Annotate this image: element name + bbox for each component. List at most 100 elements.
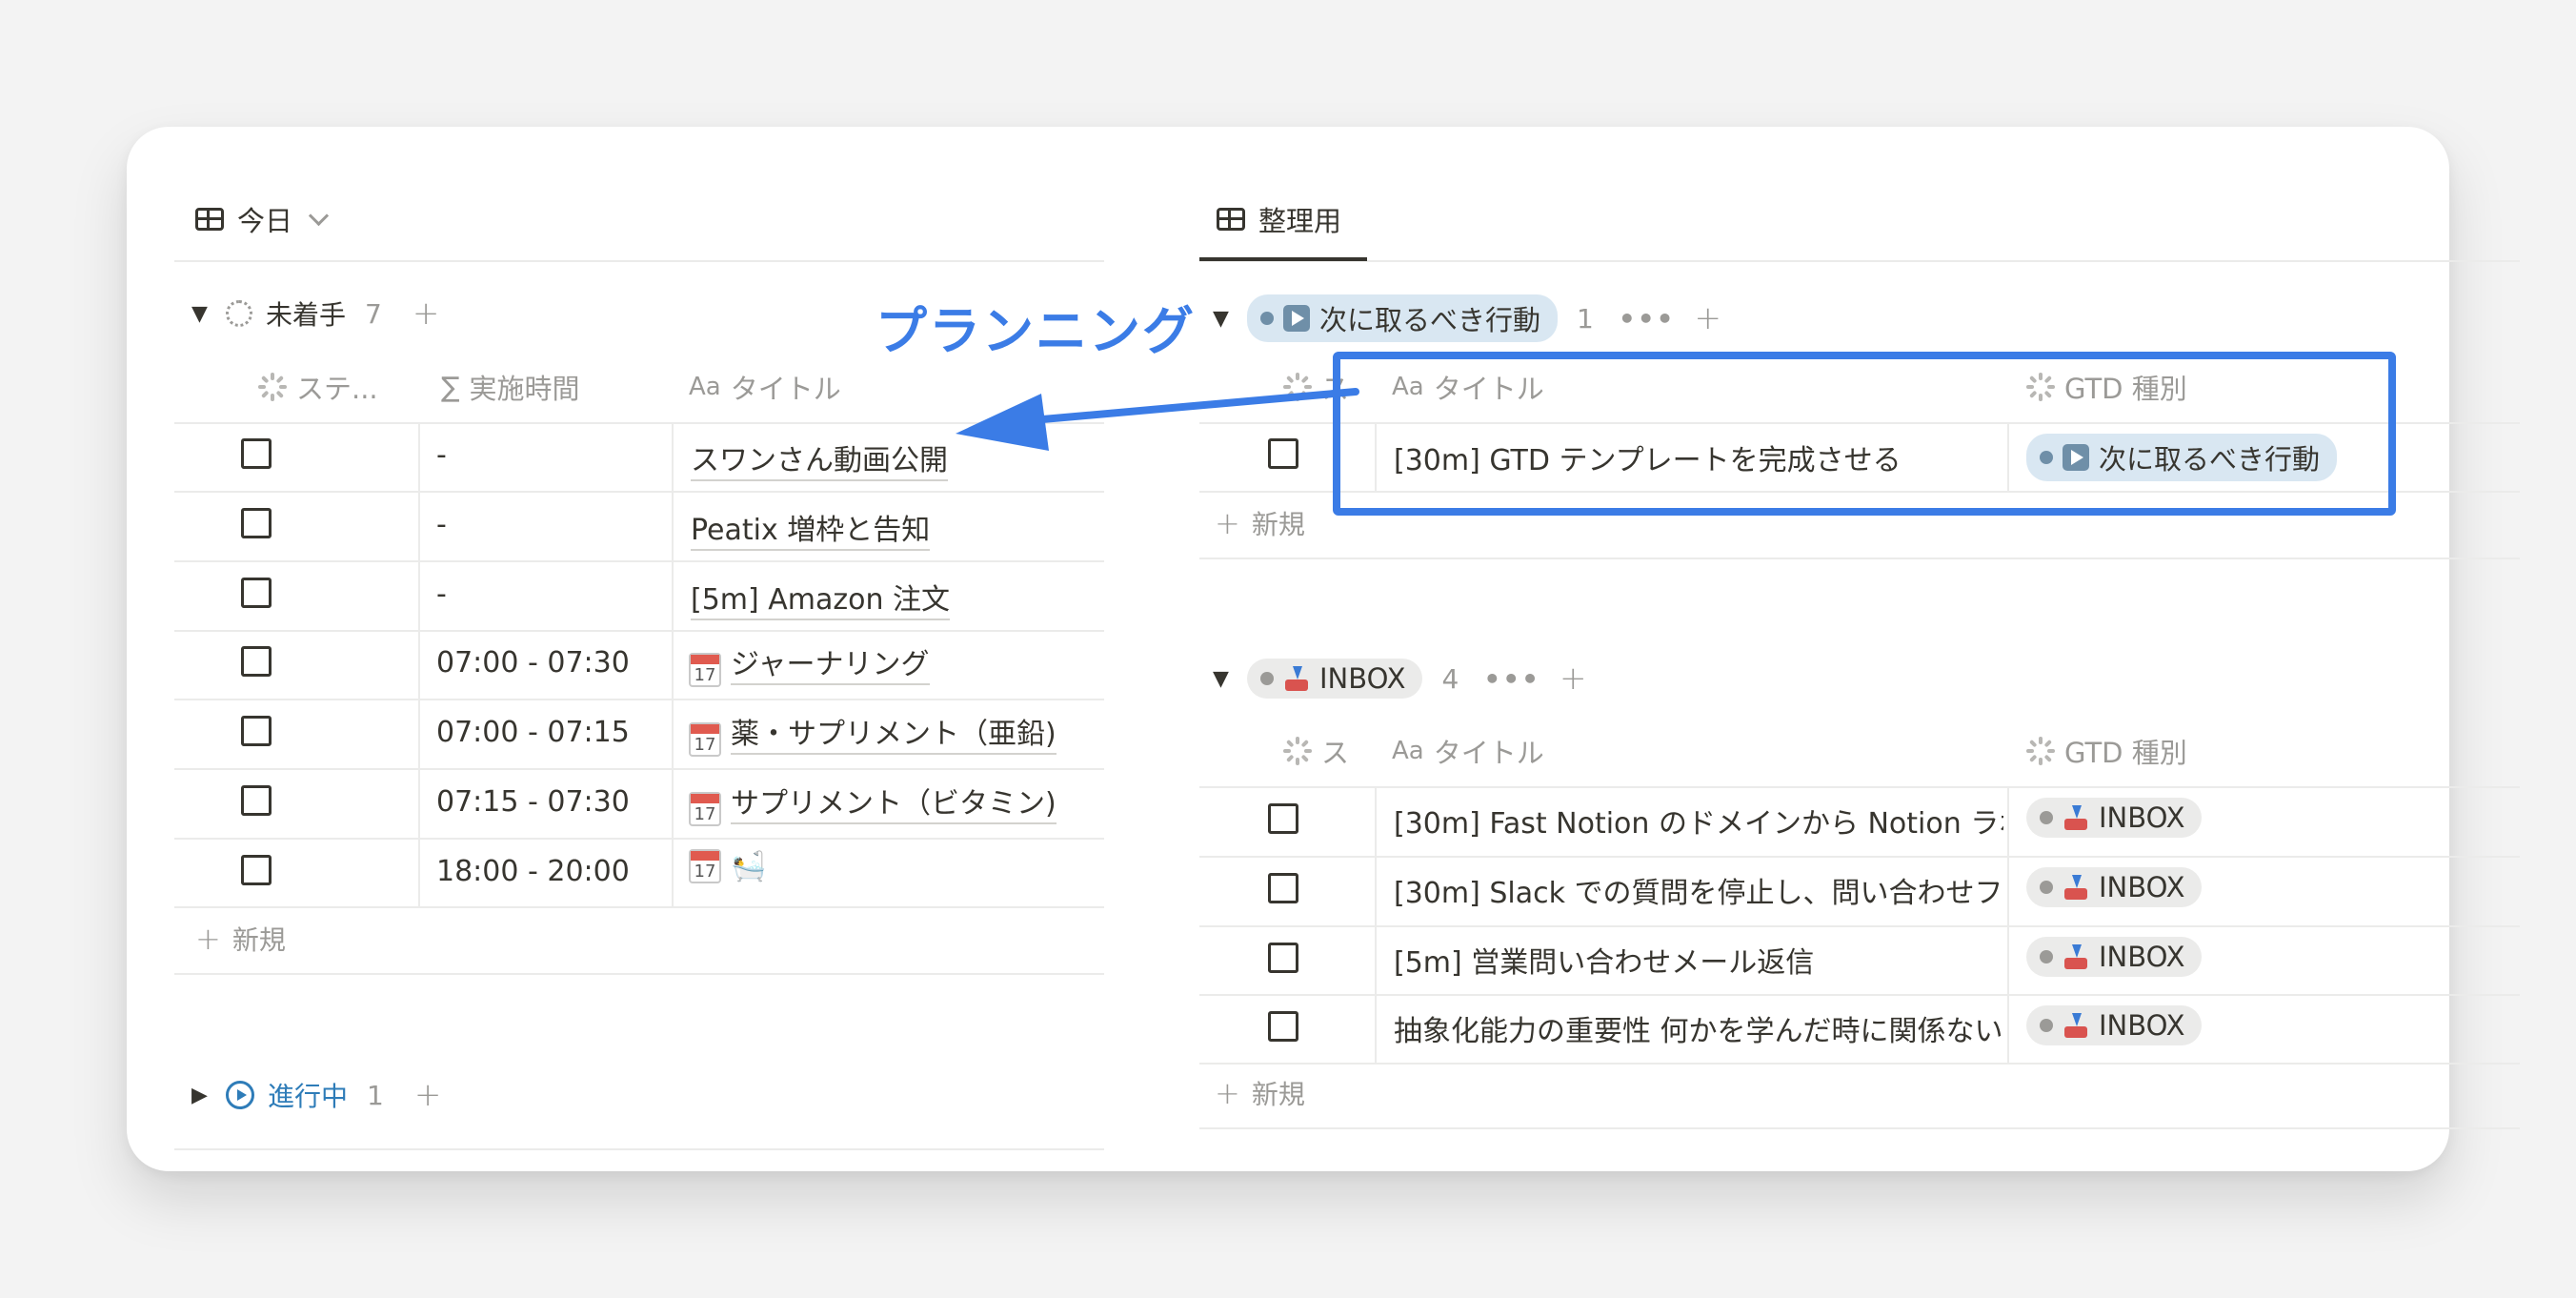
add-icon[interactable]: + <box>1560 662 1587 695</box>
table-row[interactable] <box>241 646 272 677</box>
status-dot <box>1260 672 1274 685</box>
gtd-tag-cell[interactable]: INBOX <box>2026 867 2203 907</box>
new-row-button[interactable]: + 新規 <box>195 920 286 958</box>
column-divider <box>418 422 420 906</box>
view-tab-organize[interactable]: 整理用 <box>1217 199 1341 239</box>
more-options-icon[interactable]: ••• <box>1619 303 1676 335</box>
row-divider <box>1199 786 2520 788</box>
in-progress-status-icon <box>226 1081 254 1109</box>
add-icon[interactable]: + <box>414 1079 442 1111</box>
plus-icon: + <box>195 921 221 957</box>
checkbox[interactable] <box>1268 1011 1298 1042</box>
chevron-down-icon[interactable] <box>308 205 330 226</box>
title-text: [30m] Slack での質問を停止し、問い合わせフォーム <box>1394 877 2003 910</box>
checkbox[interactable] <box>241 646 272 677</box>
checkbox[interactable] <box>241 855 272 885</box>
title-cell[interactable]: 17 薬・サプリメント（亜鉛) <box>689 710 1057 757</box>
collapse-triangle-icon[interactable]: ▼ <box>191 302 212 326</box>
checkbox[interactable] <box>241 508 272 538</box>
divider <box>1199 260 2520 262</box>
checkbox[interactable] <box>241 578 272 608</box>
time-cell: 07:15 - 07:30 <box>436 785 630 819</box>
column-divider <box>672 422 674 906</box>
group-label: 次に取るべき行動 <box>1319 304 1541 336</box>
title-cell[interactable]: [30m] Slack での質問を停止し、問い合わせフォーム <box>1394 869 2003 911</box>
inbox-tray-icon <box>2063 805 2089 830</box>
table-row[interactable] <box>1268 943 1298 973</box>
column-header-gtd[interactable]: GTD 種別 <box>2026 731 2187 771</box>
expand-triangle-icon[interactable]: ▶ <box>191 1084 212 1107</box>
row-divider <box>1199 925 2520 927</box>
add-icon[interactable]: + <box>413 297 440 330</box>
gtd-tag-cell[interactable]: INBOX <box>2026 1005 2203 1045</box>
more-options-icon[interactable]: ••• <box>1483 663 1540 695</box>
title-cell[interactable]: Peatix 増枠と告知 <box>691 506 931 551</box>
checkbox[interactable] <box>1268 803 1298 834</box>
checkbox[interactable] <box>1268 873 1298 903</box>
table-row[interactable] <box>241 716 272 746</box>
title-cell[interactable]: 17 サプリメント（ビタミン) <box>689 780 1057 826</box>
checkbox[interactable] <box>1268 943 1298 973</box>
new-row-button[interactable]: + 新規 <box>1215 1074 1305 1112</box>
text-type-icon: Aa <box>689 373 721 401</box>
annotation-arrow-icon <box>956 388 1359 451</box>
gtd-tag-cell[interactable]: INBOX <box>2026 937 2203 977</box>
collapse-triangle-icon[interactable]: ▼ <box>1213 667 1234 691</box>
text-type-icon: Aa <box>1392 737 1424 765</box>
table-row[interactable] <box>241 578 272 608</box>
table-row[interactable] <box>241 508 272 538</box>
status-dot <box>2040 1019 2053 1032</box>
collapse-triangle-icon[interactable]: ▼ <box>1213 307 1234 331</box>
divider <box>174 973 1104 975</box>
title-cell[interactable]: [5m] Amazon 注文 <box>691 576 951 620</box>
status-column-icon <box>1283 737 1312 765</box>
group-inbox[interactable]: ▼ INBOX 4 ••• + <box>1213 659 1587 699</box>
title-cell[interactable]: 17 🛀 <box>689 849 766 883</box>
title-cell[interactable]: 抽象化能力の重要性 何かを学んだ時に関係ない <box>1394 1007 2003 1049</box>
gtd-tag-inbox: INBOX <box>2026 867 2203 907</box>
status-column-icon <box>258 373 287 401</box>
column-header-time[interactable]: ∑ 実施時間 <box>441 367 580 407</box>
title-cell[interactable]: [30m] Fast Notion のドメインから Notion ラボ <box>1394 800 2003 842</box>
table-icon <box>195 208 224 231</box>
group-next-action[interactable]: ▼ 次に取るべき行動 1 ••• + <box>1213 294 1721 342</box>
table-row[interactable] <box>241 785 272 816</box>
column-header-label: GTD 種別 <box>2064 737 2187 769</box>
column-header-label: ステ... <box>296 373 378 405</box>
planning-annotation-label: プランニング <box>875 301 1196 361</box>
checkbox[interactable] <box>241 716 272 746</box>
table-row[interactable] <box>1268 873 1298 903</box>
title-text: [5m] Amazon 注文 <box>691 583 951 620</box>
column-header-title[interactable]: Aa タイトル <box>1392 731 1544 771</box>
checkbox[interactable] <box>241 438 272 469</box>
title-cell[interactable]: [5m] 営業問い合わせメール返信 <box>1394 939 2003 981</box>
tag-label: INBOX <box>2099 1009 2185 1042</box>
gtd-tag-inbox: INBOX <box>2026 798 2203 838</box>
column-header-status[interactable]: ステ... <box>258 367 378 407</box>
highlight-box <box>1333 352 2396 516</box>
gtd-tag-cell[interactable]: INBOX <box>2026 798 2203 838</box>
sigma-icon: ∑ <box>441 371 460 403</box>
divider <box>1199 1127 2520 1129</box>
table-row[interactable] <box>1268 803 1298 834</box>
group-count: 1 <box>367 1079 384 1111</box>
status-dot <box>1260 312 1274 325</box>
calendar-icon: 17 <box>689 721 721 757</box>
add-icon[interactable]: + <box>1695 302 1722 335</box>
title-cell[interactable]: 17 ジャーナリング <box>689 640 930 687</box>
group-tag-inbox: INBOX <box>1247 659 1423 699</box>
divider <box>174 1148 1104 1150</box>
view-tab-today[interactable]: 今日 <box>195 199 330 239</box>
time-cell: 18:00 - 20:00 <box>436 855 630 888</box>
table-row[interactable] <box>1268 1011 1298 1042</box>
table-row[interactable] <box>241 855 272 885</box>
table-row[interactable] <box>241 438 272 469</box>
title-cell[interactable]: スワンさん動画公開 <box>691 436 948 481</box>
column-header-title[interactable]: Aa タイトル <box>689 367 841 407</box>
group-in-progress[interactable]: ▶ 進行中 1 + <box>191 1076 441 1114</box>
title-text: [30m] Fast Notion のドメインから Notion ラボ <box>1394 807 2003 841</box>
column-header-status[interactable]: ス <box>1283 731 1349 771</box>
not-started-status-icon <box>226 300 252 327</box>
checkbox[interactable] <box>241 785 272 816</box>
group-not-started[interactable]: ▼ 未着手 7 + <box>191 294 439 333</box>
